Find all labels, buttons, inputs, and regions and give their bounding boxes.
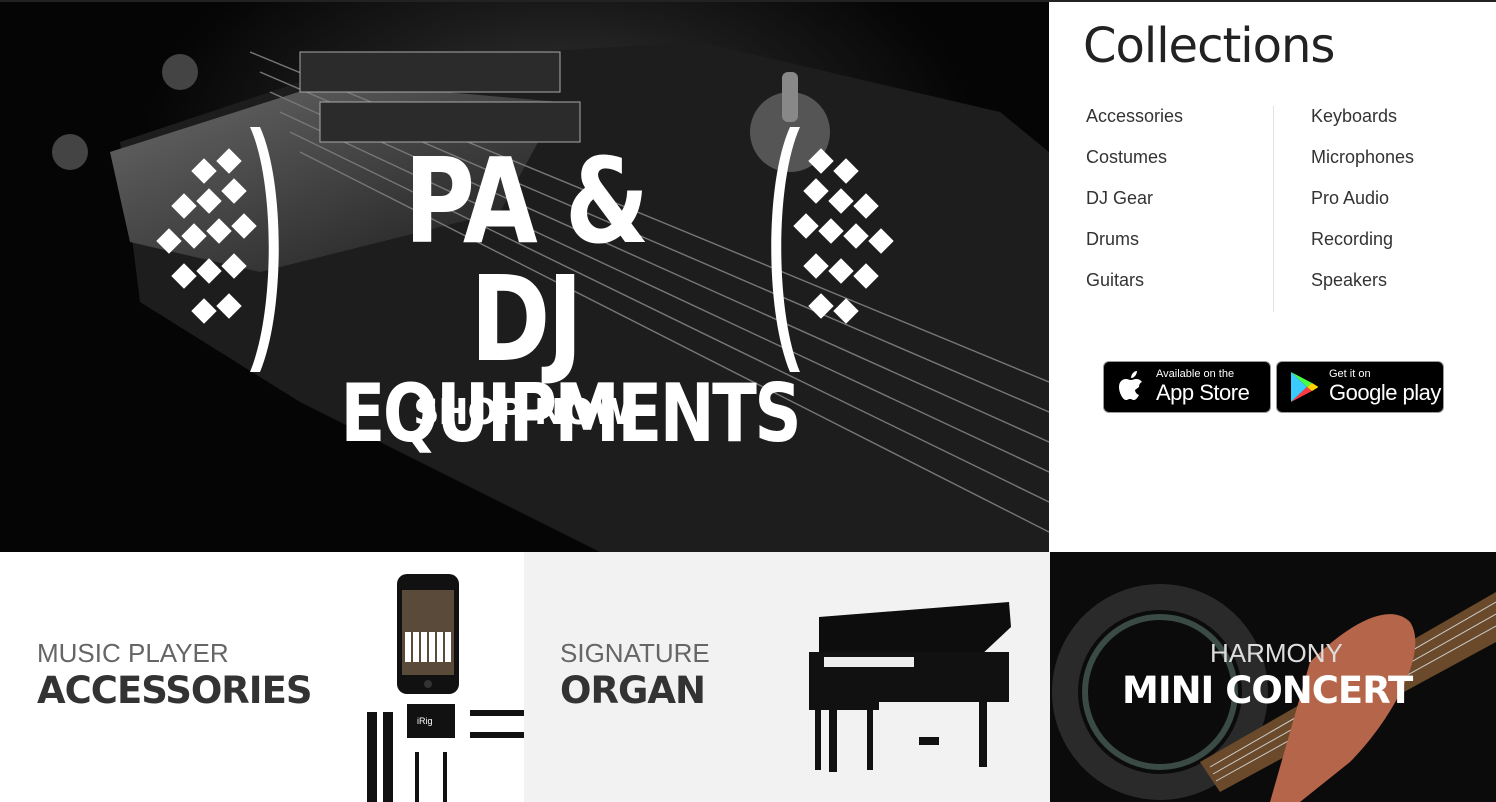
collection-link-accessories[interactable]: Accessories <box>1086 106 1183 126</box>
piano-icon <box>809 602 1011 772</box>
phone-icon: iRig <box>367 574 524 802</box>
collections-panel: Collections Accessories Costumes DJ Gear… <box>1049 2 1496 552</box>
collections-list-left: Accessories Costumes DJ Gear Drums Guita… <box>1086 106 1183 311</box>
collection-item[interactable]: Microphones <box>1311 147 1414 188</box>
banner-title: MINI CONCERT <box>1122 669 1413 712</box>
banner-title: ORGAN <box>560 669 706 712</box>
svg-text:iRig: iRig <box>417 716 433 726</box>
collection-item[interactable]: Costumes <box>1086 147 1183 188</box>
collection-link-drums[interactable]: Drums <box>1086 229 1139 249</box>
hero-title-line1: PA & DJ <box>404 132 649 388</box>
collection-link-recording[interactable]: Recording <box>1311 229 1393 249</box>
collection-link-dj-gear[interactable]: DJ Gear <box>1086 188 1153 208</box>
google-play-icon <box>1291 372 1318 402</box>
banner-subtitle: HARMONY <box>1210 638 1343 668</box>
banner-title: ACCESSORIES <box>37 669 312 712</box>
google-play-big-text: Google play <box>1329 380 1441 405</box>
collection-item[interactable]: Pro Audio <box>1311 188 1414 229</box>
music-player-accessories-banner[interactable]: MUSIC PLAYER ACCESSORIES iRig <box>0 552 524 802</box>
collection-link-microphones[interactable]: Microphones <box>1311 147 1414 167</box>
hero-banner[interactable]: PA & DJ EQUIPMENTS SHOP NOW <box>0 2 1049 552</box>
harmony-mini-concert-banner[interactable]: HARMONY MINI CONCERT <box>1050 552 1496 802</box>
collection-link-speakers[interactable]: Speakers <box>1311 270 1387 290</box>
collection-link-pro-audio[interactable]: Pro Audio <box>1311 188 1389 208</box>
google-play-badge[interactable]: Get it on Google play <box>1276 361 1444 413</box>
collection-item[interactable]: Keyboards <box>1311 106 1414 147</box>
collection-link-guitars[interactable]: Guitars <box>1086 270 1144 290</box>
app-store-small-text: Available on the <box>1156 368 1235 380</box>
collection-item[interactable]: Recording <box>1311 229 1414 270</box>
collection-item[interactable]: Accessories <box>1086 106 1183 147</box>
apple-icon <box>1119 371 1142 400</box>
laurel-left-icon <box>156 127 279 372</box>
signature-organ-banner[interactable]: SIGNATURE ORGAN <box>524 552 1050 802</box>
google-play-small-text: Get it on <box>1329 368 1371 380</box>
collections-title: Collections <box>1083 18 1335 74</box>
collection-link-costumes[interactable]: Costumes <box>1086 147 1167 167</box>
collection-item[interactable]: Speakers <box>1311 270 1414 311</box>
collection-link-keyboards[interactable]: Keyboards <box>1311 106 1397 126</box>
laurel-right-icon <box>771 127 894 372</box>
collection-item[interactable]: Drums <box>1086 229 1183 270</box>
app-store-badge[interactable]: Available on the App Store <box>1103 361 1271 413</box>
app-store-big-text: App Store <box>1156 380 1250 405</box>
collection-item[interactable]: Guitars <box>1086 270 1183 311</box>
collection-item[interactable]: DJ Gear <box>1086 188 1183 229</box>
collections-divider <box>1273 106 1274 312</box>
collections-list-right: Keyboards Microphones Pro Audio Recordin… <box>1311 106 1414 311</box>
banner-subtitle: SIGNATURE <box>560 638 710 668</box>
shop-now-link[interactable]: SHOP NOW <box>410 392 635 433</box>
banner-subtitle: MUSIC PLAYER <box>37 638 229 668</box>
